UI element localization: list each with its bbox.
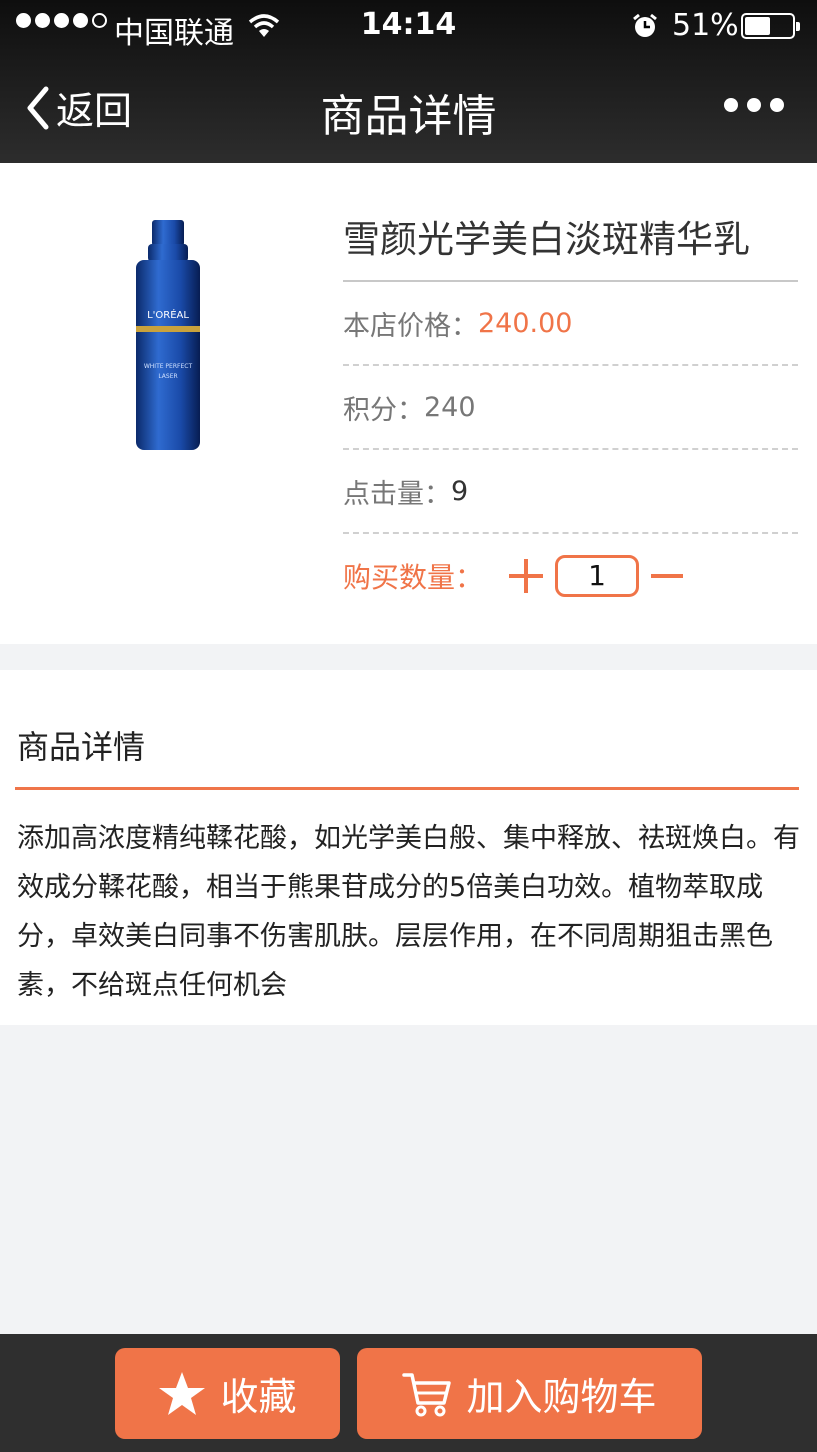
status-bar: 中国联通 14:14 51% <box>0 0 817 52</box>
details-description: 添加高浓度精纯鞣花酸，如光学美白般、集中释放、祛斑焕白。有效成分鞣花酸，相当于熊… <box>17 823 800 1001</box>
bottom-action-bar: 收藏 加入购物车 <box>0 1334 817 1452</box>
price-row: 本店价格： 240.00 <box>343 282 798 366</box>
product-name: 雪颜光学美白淡斑精华乳 <box>343 163 798 282</box>
quantity-label: 购买数量： <box>343 561 484 594</box>
favorite-label: 收藏 <box>220 1375 297 1419</box>
details-divider <box>15 787 799 790</box>
increase-quantity-button[interactable] <box>509 559 544 593</box>
product-line-text: WHITE PERFECT <box>144 363 193 370</box>
star-icon <box>159 1371 206 1415</box>
product-summary: L'ORÉAL WHITE PERFECT LASER 雪颜光学美白淡斑精华乳 … <box>0 163 817 644</box>
clicks-row: 点击量： 9 <box>343 450 798 534</box>
product-info: 雪颜光学美白淡斑精华乳 本店价格： 240.00 积分： 240 点击量： 9 … <box>343 163 798 618</box>
clicks-value: 9 <box>451 475 469 507</box>
product-details: 商品详情 添加高浓度精纯鞣花酸，如光学美白般、集中释放、祛斑焕白。有效成分鞣花酸… <box>0 670 817 1025</box>
product-image: L'ORÉAL WHITE PERFECT LASER <box>136 220 200 450</box>
battery-fill <box>745 17 770 35</box>
points-row: 积分： 240 <box>343 366 798 450</box>
top-bar: 中国联通 14:14 51% 返回 商品详情 <box>0 0 817 163</box>
favorite-button[interactable]: 收藏 <box>115 1348 340 1439</box>
battery-icon <box>741 13 800 39</box>
clicks-label: 点击量： <box>343 478 451 510</box>
battery-percent: 51% <box>672 8 739 43</box>
price-label: 本店价格： <box>343 310 478 342</box>
alarm-icon <box>632 12 658 47</box>
price-value: 240.00 <box>478 307 573 339</box>
more-options-button[interactable] <box>724 98 784 112</box>
quantity-stepper: 购买数量： <box>343 534 798 618</box>
points-label: 积分： <box>343 394 424 426</box>
quantity-input[interactable] <box>555 555 640 597</box>
add-to-cart-label: 加入购物车 <box>466 1375 657 1419</box>
details-heading: 商品详情 <box>17 728 146 766</box>
shopping-cart-icon <box>402 1372 452 1416</box>
points-value: 240 <box>424 391 476 423</box>
navigation-bar: 返回 商品详情 <box>0 52 817 163</box>
add-to-cart-button[interactable]: 加入购物车 <box>357 1348 702 1439</box>
page-title: 商品详情 <box>320 91 497 142</box>
decrease-quantity-button[interactable] <box>651 574 684 578</box>
product-line2-text: LASER <box>158 373 177 380</box>
product-brand-text: L'ORÉAL <box>147 308 189 321</box>
